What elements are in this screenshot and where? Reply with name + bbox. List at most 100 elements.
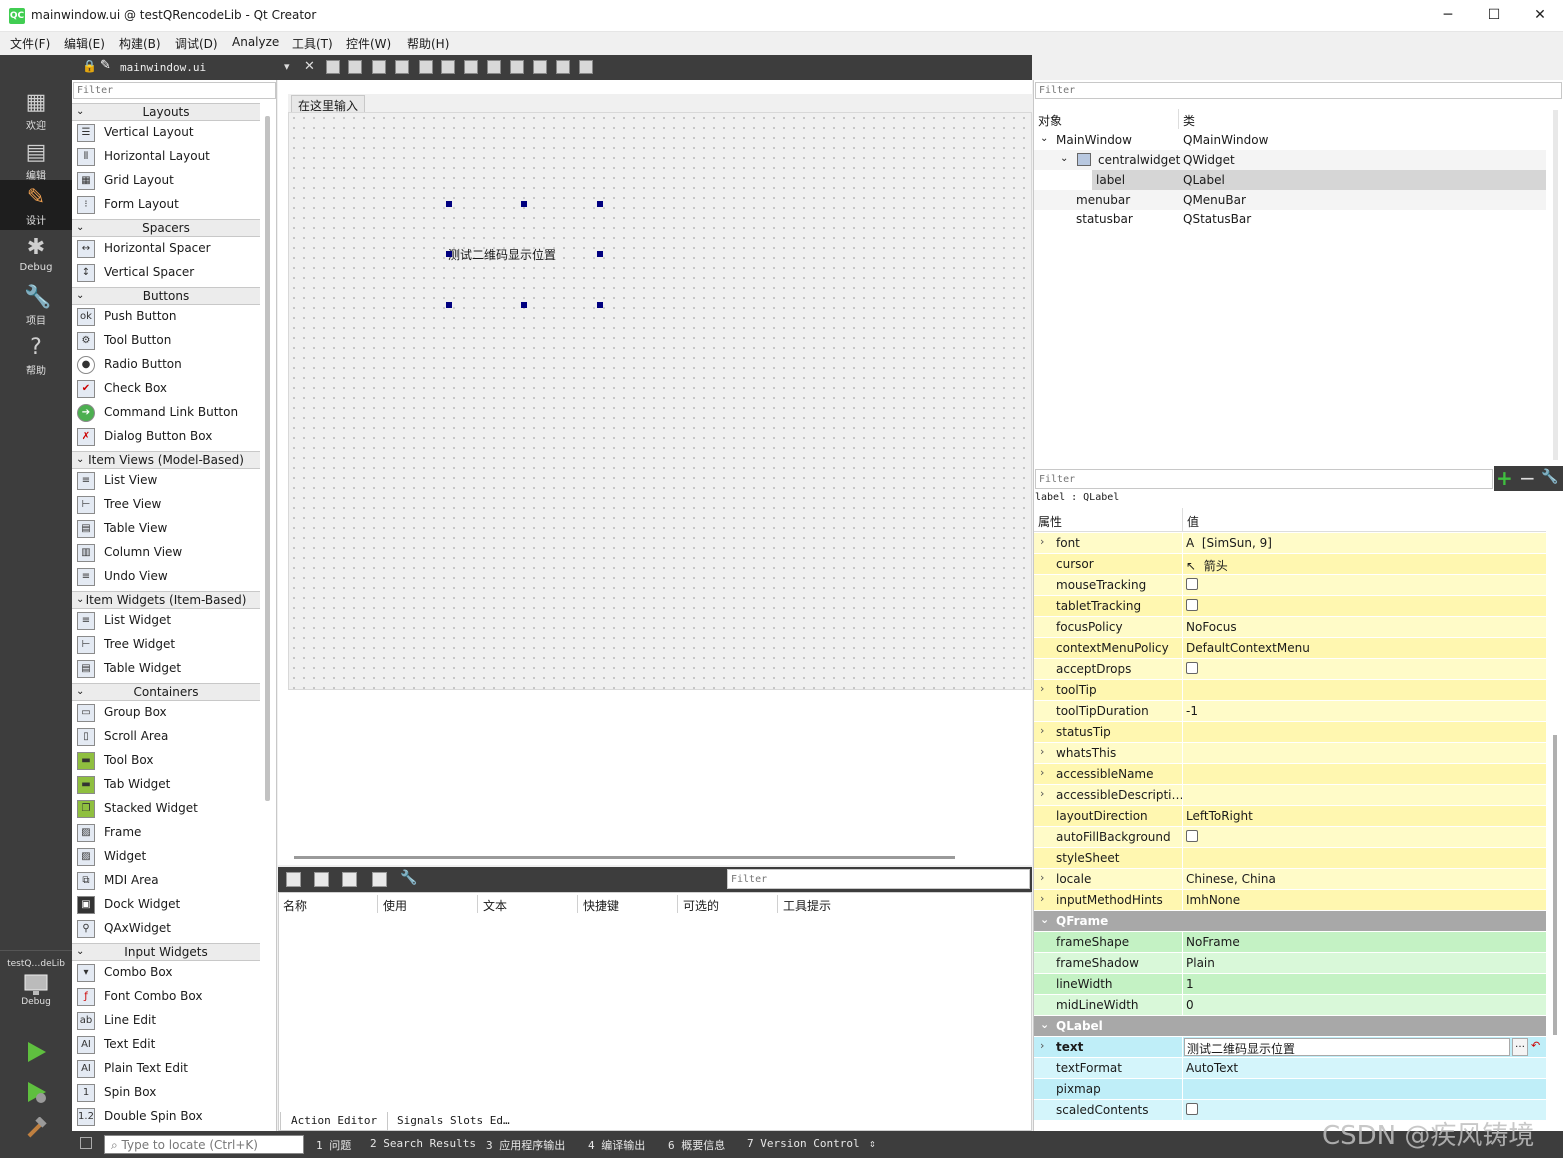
widget-grid-layout[interactable]: ▦ Grid Layout: [72, 169, 260, 193]
category-spacers[interactable]: ⌄ Spacers: [72, 219, 260, 237]
widget-tab-widget[interactable]: ▬ Tab Widget: [72, 773, 260, 797]
property-editor-scrollbar[interactable]: [1553, 735, 1557, 1035]
column-header-property[interactable]: 属性: [1038, 513, 1062, 530]
menu-controls[interactable]: 控件(W): [346, 35, 391, 52]
debug-run-icon[interactable]: [24, 1080, 48, 1104]
widget-tool-box[interactable]: ▬ Tool Box: [72, 749, 260, 773]
layout-splitter-h-icon[interactable]: [464, 60, 478, 74]
form-central-widget[interactable]: [288, 112, 1032, 690]
widget-table-view[interactable]: ▤ Table View: [72, 517, 260, 541]
close-button[interactable]: ✕: [1517, 0, 1563, 32]
column-header-text[interactable]: 文本: [483, 897, 507, 914]
output-pane-toggle-icon[interactable]: ⇕: [869, 1137, 876, 1150]
property-row-frameshadow[interactable]: frameShadow Plain: [1034, 953, 1546, 974]
tablettracking-checkbox[interactable]: [1186, 599, 1198, 611]
layout-grid-icon[interactable]: [533, 60, 547, 74]
category-input-widgets[interactable]: ⌄ Input Widgets: [72, 943, 260, 961]
document-dropdown-icon[interactable]: ▾: [284, 60, 290, 73]
widget-list-view[interactable]: ≡ List View: [72, 469, 260, 493]
category-item-views[interactable]: ⌄ Item Views (Model-Based): [72, 451, 260, 469]
column-header-checkable[interactable]: 可选的: [683, 897, 719, 914]
widget-text-edit[interactable]: AI Text Edit: [72, 1033, 260, 1057]
property-row-acceptdrops[interactable]: acceptDrops: [1034, 659, 1546, 680]
property-row-textformat[interactable]: textFormat AutoText: [1034, 1058, 1546, 1079]
object-row-menubar[interactable]: menubar QMenuBar: [1034, 190, 1546, 210]
form-label-widget[interactable]: 测试二维码显示位置: [448, 246, 556, 263]
property-row-statustip[interactable]: › statusTip: [1034, 722, 1546, 743]
property-row-contextmenupolicy[interactable]: contextMenuPolicy DefaultContextMenu: [1034, 638, 1546, 659]
column-header-class[interactable]: 类: [1183, 112, 1195, 129]
adjust-size-icon[interactable]: [579, 60, 593, 74]
text-edit-more-button[interactable]: …: [1512, 1038, 1528, 1056]
menu-edit[interactable]: 编辑(E): [64, 35, 105, 52]
break-layout-icon[interactable]: [556, 60, 570, 74]
widget-mdi-area[interactable]: ⧉ MDI Area: [72, 869, 260, 893]
property-row-midlinewidth[interactable]: midLineWidth 0: [1034, 995, 1546, 1016]
toggle-sidebar-icon[interactable]: [80, 1137, 92, 1149]
widget-double-spin-box[interactable]: 1.2 Double Spin Box: [72, 1105, 260, 1129]
kit-selector[interactable]: testQ…deLib Debug: [0, 955, 72, 1025]
layout-splitter-v-icon[interactable]: [487, 60, 501, 74]
resize-handle[interactable]: [446, 201, 452, 207]
property-row-mousetracking[interactable]: mouseTracking: [1034, 575, 1546, 596]
edit-signals-slots-icon[interactable]: [348, 60, 362, 74]
property-row-locale[interactable]: › locale Chinese, China: [1034, 869, 1546, 890]
widget-vertical-spacer[interactable]: ↕ Vertical Spacer: [72, 261, 260, 285]
object-filter-input[interactable]: [1035, 82, 1562, 99]
widget-tree-widget[interactable]: ⊢ Tree Widget: [72, 633, 260, 657]
output-tab-issues[interactable]: 1 问题: [316, 1137, 351, 1153]
widget-line-edit[interactable]: ab Line Edit: [72, 1009, 260, 1033]
edit-tab-order-icon[interactable]: [395, 60, 409, 74]
property-row-layoutdirection[interactable]: layoutDirection LeftToRight: [1034, 806, 1546, 827]
column-header-name[interactable]: 名称: [283, 897, 307, 914]
widget-tool-button[interactable]: ⚙ Tool Button: [72, 329, 260, 353]
widget-qaxwidget[interactable]: ⚲ QAxWidget: [72, 917, 260, 941]
property-row-accessibledescription[interactable]: › accessibleDescripti…: [1034, 785, 1546, 806]
copy-action-icon[interactable]: [314, 872, 329, 887]
mode-help[interactable]: ? 帮助: [0, 330, 72, 380]
widget-horizontal-spacer[interactable]: ↔ Horizontal Spacer: [72, 237, 260, 261]
property-row-focuspolicy[interactable]: focusPolicy NoFocus: [1034, 617, 1546, 638]
tab-action-editor[interactable]: Action Editor: [280, 1112, 389, 1131]
category-containers[interactable]: ⌄ Containers: [72, 683, 260, 701]
property-row-font[interactable]: › font A [SimSun, 9]: [1034, 533, 1546, 554]
property-row-tablettracking[interactable]: tabletTracking: [1034, 596, 1546, 617]
widget-horizontal-layout[interactable]: ⫴ Horizontal Layout: [72, 145, 260, 169]
minimize-button[interactable]: ─: [1425, 0, 1471, 32]
object-row-centralwidget[interactable]: ⌄ centralwidget QWidget: [1034, 150, 1546, 170]
output-tab-version-control[interactable]: 7 Version Control: [747, 1137, 860, 1150]
edit-buddies-icon[interactable]: [372, 60, 386, 74]
widget-filter-input[interactable]: [73, 82, 276, 99]
property-group-qlabel[interactable]: ⌄ QLabel: [1034, 1016, 1546, 1037]
column-header-tooltip[interactable]: 工具提示: [783, 897, 831, 914]
category-layouts[interactable]: ⌄ Layouts: [72, 103, 260, 121]
widget-radio-button[interactable]: ● Radio Button: [72, 353, 260, 377]
edit-widgets-icon[interactable]: [326, 60, 340, 74]
property-row-linewidth[interactable]: lineWidth 1: [1034, 974, 1546, 995]
object-inspector-scrollbar[interactable]: [1553, 110, 1558, 460]
action-filter-input[interactable]: [727, 869, 1030, 889]
property-row-text[interactable]: › text 测试二维码显示位置 … ↶: [1034, 1037, 1546, 1058]
resize-handle[interactable]: [521, 302, 527, 308]
menu-analyze[interactable]: Analyze: [232, 35, 279, 49]
widget-stacked-widget[interactable]: ❐ Stacked Widget: [72, 797, 260, 821]
designer-horizontal-scrollbar[interactable]: [294, 856, 955, 859]
mode-edit[interactable]: ▤ 编辑: [0, 135, 72, 185]
output-tab-compile-output[interactable]: 4 编译输出: [588, 1137, 645, 1153]
layout-vertical-icon[interactable]: [441, 60, 455, 74]
mode-welcome[interactable]: ▦ 欢迎: [0, 85, 72, 135]
widget-tree-view[interactable]: ⊢ Tree View: [72, 493, 260, 517]
resize-handle[interactable]: [597, 201, 603, 207]
property-row-pixmap[interactable]: pixmap: [1034, 1079, 1546, 1100]
widget-plain-text-edit[interactable]: AI Plain Text Edit: [72, 1057, 260, 1081]
mode-design[interactable]: ✎ 设计: [0, 180, 72, 230]
output-tab-application-output[interactable]: 3 应用程序输出: [486, 1137, 565, 1153]
property-group-qframe[interactable]: ⌄ QFrame: [1034, 911, 1546, 932]
build-hammer-icon[interactable]: [24, 1117, 48, 1141]
resize-handle[interactable]: [521, 201, 527, 207]
resize-handle[interactable]: [446, 302, 452, 308]
document-file-name[interactable]: mainwindow.ui: [120, 61, 206, 74]
property-row-autofillbackground[interactable]: autoFillBackground: [1034, 827, 1546, 848]
property-row-stylesheet[interactable]: styleSheet: [1034, 848, 1546, 869]
layout-form-icon[interactable]: [510, 60, 524, 74]
